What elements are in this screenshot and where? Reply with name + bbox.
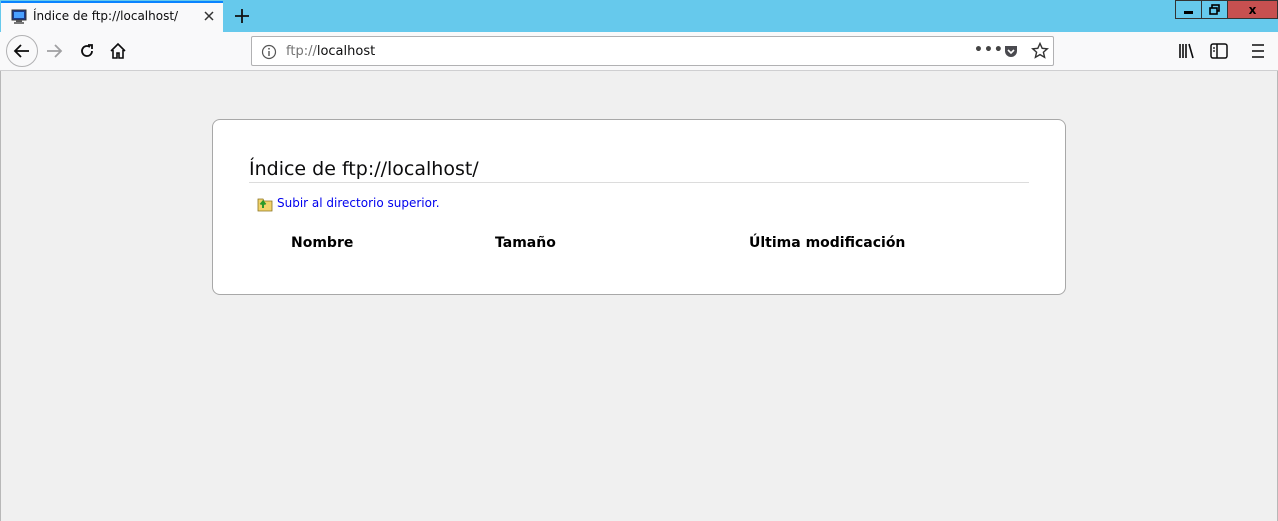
window-close-button[interactable]: x	[1227, 0, 1278, 19]
parent-directory-label: Subir al directorio superior.	[277, 196, 440, 210]
column-header-modified[interactable]: Última modificación	[749, 235, 905, 251]
column-header-size[interactable]: Tamaño	[495, 235, 556, 251]
restore-icon	[1209, 4, 1220, 15]
tab-active[interactable]: Índice de ftp://localhost/	[1, 1, 223, 32]
folder-up-icon	[257, 194, 273, 212]
page-actions-icon[interactable]: •••	[974, 42, 1004, 58]
directory-listing-panel: Índice de ftp://localhost/ Subir al dire…	[212, 119, 1066, 295]
url-host: localhost	[316, 44, 376, 59]
window-close-icon: x	[1248, 2, 1257, 17]
tab-title: Índice de ftp://localhost/	[33, 9, 179, 23]
star-icon[interactable]	[1031, 41, 1049, 60]
restore-button[interactable]	[1201, 0, 1228, 19]
page-title: Índice de ftp://localhost/	[249, 158, 1029, 183]
parent-directory-link[interactable]: Subir al directorio superior.	[257, 194, 440, 212]
monitor-favicon-icon	[11, 9, 27, 25]
plus-icon[interactable]	[231, 5, 253, 27]
forward-arrow-icon[interactable]	[42, 39, 66, 63]
column-header-name[interactable]: Nombre	[291, 235, 353, 251]
url-bar[interactable]: ftp://localhost •••	[251, 36, 1054, 66]
close-icon[interactable]	[201, 8, 217, 24]
hamburger-menu-icon[interactable]	[1250, 41, 1266, 61]
url-scheme: ftp://	[286, 44, 317, 59]
nav-toolbar: ftp://localhost •••	[0, 32, 1278, 71]
sidebar-icon[interactable]	[1209, 41, 1229, 61]
minimize-button[interactable]	[1175, 0, 1202, 19]
pocket-icon[interactable]	[1003, 43, 1019, 59]
minimize-icon	[1184, 11, 1193, 14]
library-icon[interactable]	[1177, 41, 1197, 61]
info-icon[interactable]	[261, 44, 277, 60]
title-bar: Índice de ftp://localhost/ x	[0, 0, 1278, 32]
back-arrow-icon[interactable]	[6, 35, 38, 67]
url-text[interactable]: ftp://localhost	[286, 44, 375, 59]
reload-icon[interactable]	[75, 39, 99, 63]
window-border-left	[0, 71, 1, 521]
home-icon[interactable]	[106, 39, 130, 63]
